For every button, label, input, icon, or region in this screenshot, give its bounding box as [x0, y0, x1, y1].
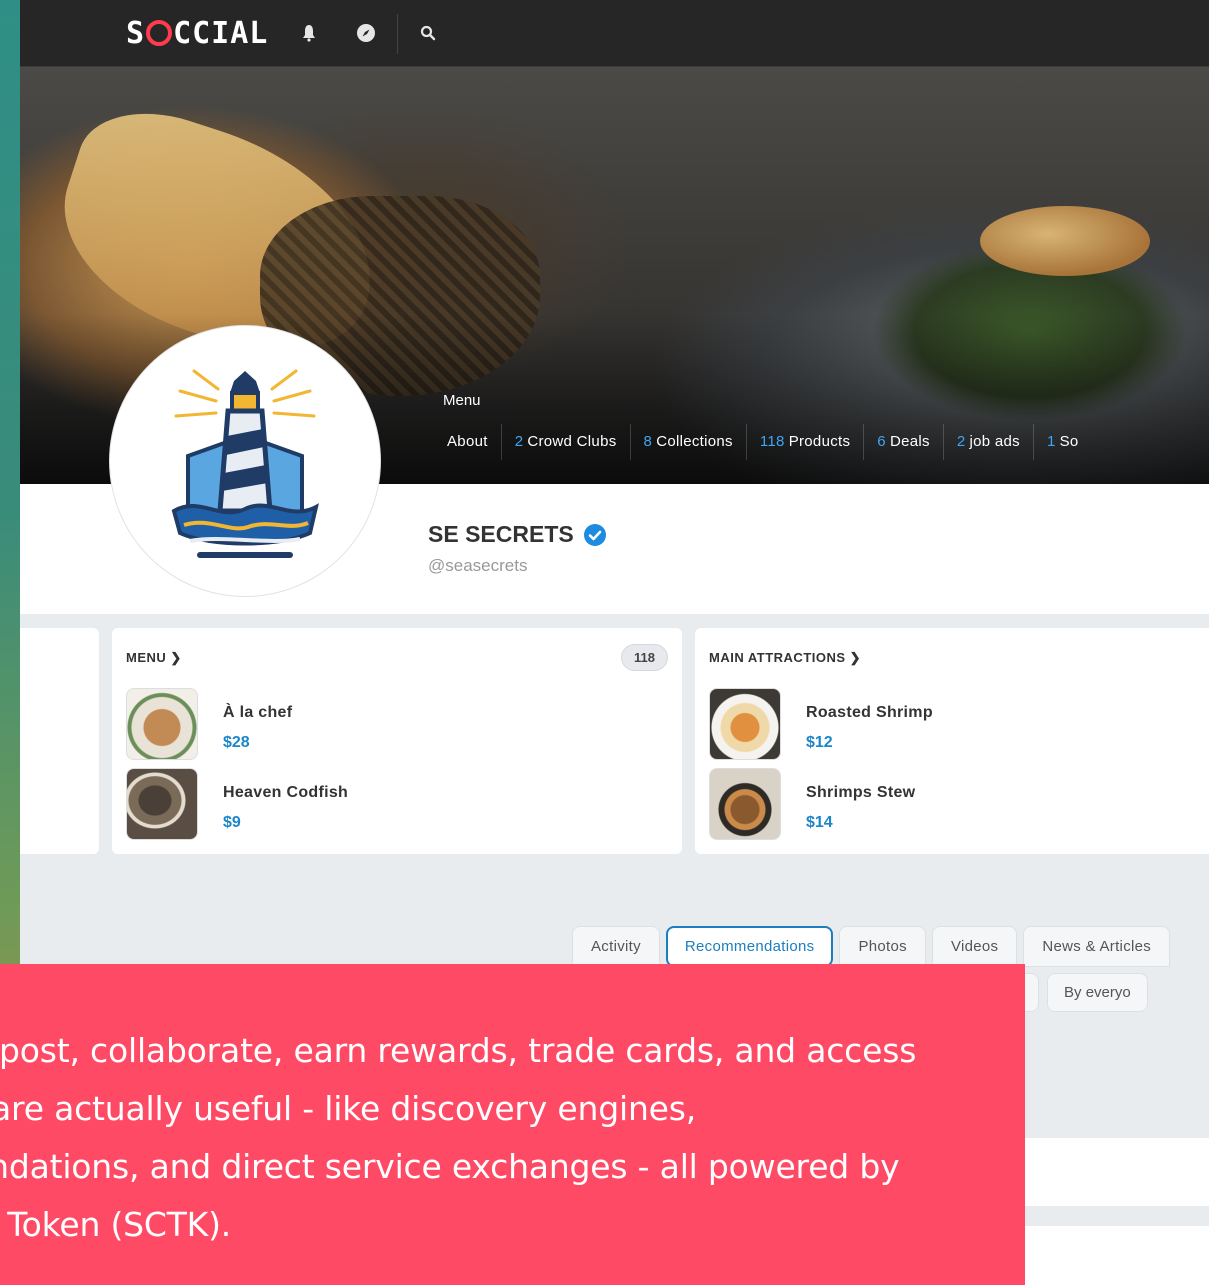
logo-o [146, 20, 173, 46]
tab-videos[interactable]: Videos [931, 926, 1018, 967]
tab-count: 118 [759, 433, 785, 450]
profile-tabs: About 2 Crowd Clubs 8 Collections 118 Produ… [430, 424, 1092, 460]
tab-label: Crowd Clubs [527, 433, 617, 450]
tab-activity[interactable]: Activity [572, 926, 660, 967]
tab-label: Products [788, 433, 851, 450]
dish-thumbnail [126, 688, 198, 760]
item-name: Heaven Codfish [223, 784, 349, 801]
banner-line: endations, and direct service exchanges … [0, 1147, 900, 1186]
banner-line: al Token (SCTK). [0, 1205, 232, 1244]
tab-label: Deals [889, 433, 930, 450]
tab-about[interactable]: About [430, 424, 502, 460]
content-panel [1020, 1226, 1209, 1285]
logo-rest: CCIAL [173, 15, 269, 51]
tab-photos[interactable]: Photos [839, 926, 926, 967]
tab-job-ads[interactable]: 2 job ads [944, 424, 1034, 460]
tab-products[interactable]: 118 Products [747, 424, 865, 460]
menu-card: MENU ❯ 118 À la chef $28 Heaven Codfish … [112, 628, 682, 854]
banner-text: n post, collaborate, earn rewards, trade… [0, 1022, 1008, 1254]
item-name: Roasted Shrimp [806, 704, 933, 721]
chevron-right-icon: ❯ [170, 650, 182, 665]
item-price: $9 [223, 814, 241, 831]
tab-count: 2 [514, 433, 524, 450]
item-price: $14 [806, 814, 833, 831]
tab-label: About [447, 433, 488, 450]
tab-count: 1 [1046, 433, 1056, 450]
top-bar: S CCIAL [20, 0, 1209, 67]
banner-line: t are actually useful - like discovery e… [0, 1089, 697, 1128]
logo-s: S [126, 15, 146, 51]
menu-title-text: MENU [126, 650, 167, 665]
tab-recommendations[interactable]: Recommendations [665, 926, 834, 967]
attractions-card: MAIN ATTRACTIONS ❯ Roasted Shrimp $12 Sh… [695, 628, 1209, 854]
filter-by-everyone[interactable]: By everyo [1047, 973, 1148, 1012]
tab-label: job ads [969, 433, 1020, 450]
profile-name: SE SECRETS [428, 521, 574, 547]
page-title: SE SECRETS [428, 521, 606, 548]
dish-thumbnail [126, 768, 198, 840]
promo-banner: n post, collaborate, earn rewards, trade… [0, 964, 1025, 1285]
item-price: $28 [223, 734, 250, 751]
tab-crowd-clubs[interactable]: 2 Crowd Clubs [502, 424, 631, 460]
cover-dish-shape [980, 206, 1150, 276]
menu-card-title[interactable]: MENU ❯ [126, 650, 182, 666]
lighthouse-logo-icon [171, 369, 319, 558]
content-panel [1020, 1138, 1209, 1206]
dish-thumbnail [709, 688, 781, 760]
chevron-right-icon: ❯ [849, 650, 862, 665]
attractions-title-text: MAIN ATTRACTIONS [709, 650, 846, 665]
nav-divider [397, 14, 398, 54]
soccial-logo[interactable]: S CCIAL [126, 14, 268, 52]
tab-so[interactable]: 1 So [1034, 424, 1092, 460]
content-tabs: Activity Recommendations Photos Videos N… [572, 926, 1171, 967]
tab-count: 2 [956, 433, 966, 450]
profile-handle: @seasecrets [428, 556, 528, 575]
tab-deals[interactable]: 6 Deals [864, 424, 944, 460]
item-name: À la chef [223, 704, 293, 721]
partial-card [20, 628, 99, 854]
menu-count-badge: 118 [621, 644, 668, 671]
dish-thumbnail [709, 768, 781, 840]
tab-label: So [1059, 433, 1079, 450]
list-item[interactable]: À la chef $28 [126, 688, 666, 760]
tab-label: Collections [656, 433, 733, 450]
list-item[interactable]: Roasted Shrimp $12 [709, 688, 1209, 760]
compass-icon[interactable] [355, 22, 377, 44]
search-icon[interactable] [417, 22, 439, 44]
tab-count: 8 [643, 433, 653, 450]
banner-line: n post, collaborate, earn rewards, trade… [0, 1031, 917, 1070]
attractions-card-title[interactable]: MAIN ATTRACTIONS ❯ [709, 650, 861, 666]
tab-news-articles[interactable]: News & Articles [1023, 926, 1171, 967]
verified-badge-icon [583, 523, 606, 546]
cover-menu-label: Menu [443, 392, 481, 409]
tab-collections[interactable]: 8 Collections [631, 424, 747, 460]
list-item[interactable]: Heaven Codfish $9 [126, 768, 666, 840]
bell-icon[interactable] [298, 22, 320, 44]
list-item[interactable]: Shrimps Stew $14 [709, 768, 1209, 840]
item-name: Shrimps Stew [806, 784, 916, 801]
avatar[interactable] [110, 326, 380, 596]
item-price: $12 [806, 734, 833, 751]
tab-count: 6 [877, 433, 886, 450]
